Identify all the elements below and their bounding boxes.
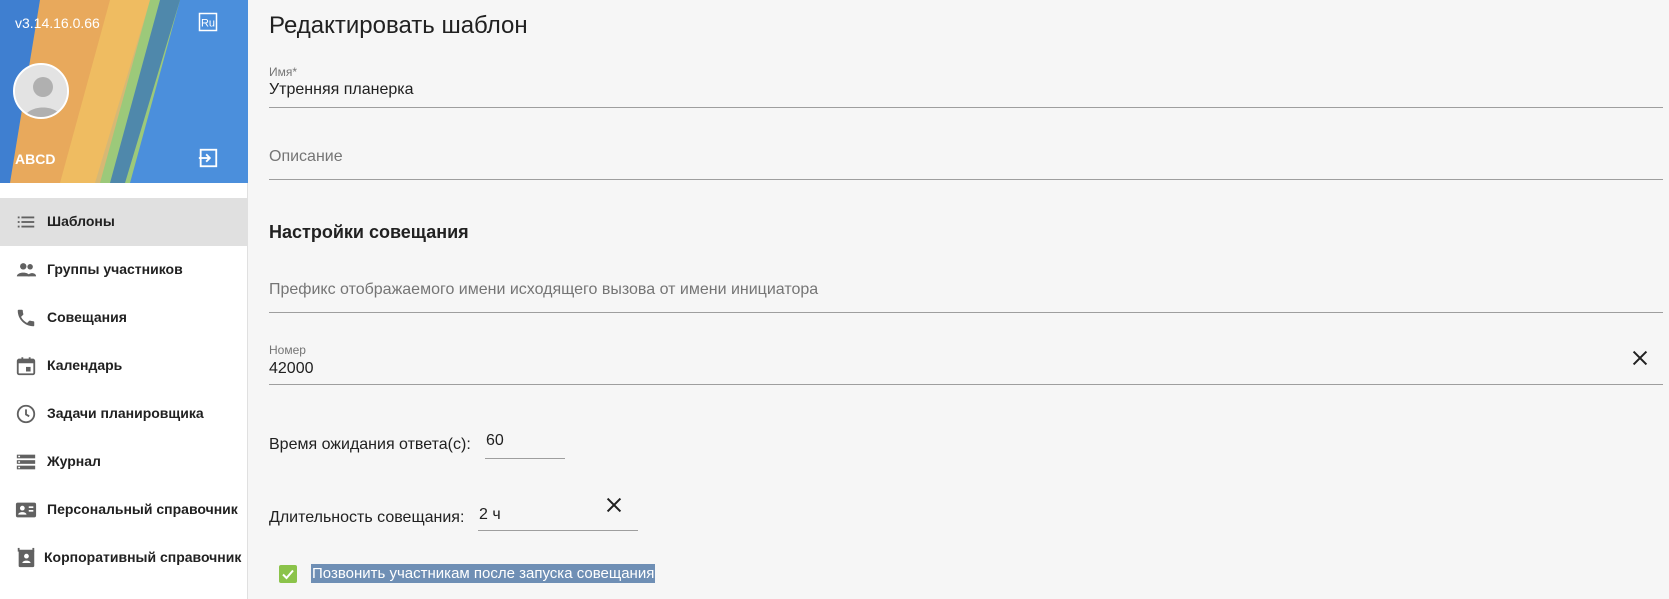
- duration-value: 2 ч: [479, 506, 501, 523]
- people-icon: [16, 263, 37, 277]
- sidebar-item-personal-directory[interactable]: Персональный справочник: [0, 486, 248, 534]
- username: ABCD: [15, 151, 56, 167]
- name-field-value: Утренняя планерка: [269, 81, 414, 98]
- prefix-field[interactable]: Префикс отображаемого имени исходящего в…: [269, 277, 1663, 313]
- avatar: [13, 63, 69, 119]
- storage-icon: [16, 454, 36, 470]
- page-title: Редактировать шаблон: [269, 12, 528, 39]
- sidebar-item-scheduler-tasks[interactable]: Задачи планировщика: [0, 390, 248, 438]
- sidebar-item-corporate-directory[interactable]: Корпоративный справочник: [0, 534, 248, 582]
- sidebar-item-label: Корпоративный справочник: [44, 549, 242, 565]
- sidebar-item-journal[interactable]: Журнал: [0, 438, 248, 486]
- wait-time-value: 60: [486, 432, 504, 449]
- number-field-value: 42000: [269, 360, 314, 377]
- section-title: Настройки совещания: [269, 222, 469, 242]
- clear-number-icon[interactable]: [1629, 347, 1651, 369]
- sidebar-item-label: Совещания: [47, 309, 127, 325]
- sidebar-item-label: Журнал: [47, 453, 101, 469]
- clock-icon: [16, 404, 36, 424]
- sidebar: v3.14.16.0.66 Ru ABCD Шаблоны Группы уча…: [0, 0, 248, 599]
- profile-header: v3.14.16.0.66 Ru ABCD: [0, 0, 248, 183]
- number-field[interactable]: Номер 42000: [269, 342, 1663, 385]
- logout-icon[interactable]: [197, 147, 219, 169]
- language-icon[interactable]: Ru: [198, 12, 218, 32]
- call-participants-label[interactable]: Позвонить участникам после запуска совещ…: [311, 564, 656, 583]
- description-field[interactable]: Описание: [269, 145, 1663, 180]
- sidebar-item-label: Группы участников: [47, 261, 183, 277]
- sidebar-item-meetings[interactable]: Совещания: [0, 294, 248, 342]
- app-version: v3.14.16.0.66: [15, 15, 100, 31]
- call-participants-checkbox[interactable]: [279, 565, 297, 583]
- wait-time-label: Время ожидания ответа(с):: [269, 436, 471, 453]
- sidebar-item-label: Задачи планировщика: [47, 405, 204, 421]
- sidebar-item-label: Календарь: [47, 357, 123, 373]
- description-placeholder: Описание: [269, 148, 343, 165]
- sidebar-item-templates[interactable]: Шаблоны: [0, 198, 248, 246]
- name-field-label: Имя*: [269, 65, 298, 79]
- phone-icon: [17, 309, 35, 327]
- app-window: v3.14.16.0.66 Ru ABCD Шаблоны Группы уча…: [0, 0, 1669, 599]
- sidebar-item-calendar[interactable]: Календарь: [0, 342, 248, 390]
- sidebar-nav: Шаблоны Группы участников Совещания Кале…: [0, 198, 248, 582]
- number-field-label: Номер: [269, 343, 306, 357]
- main-content: Редактировать шаблон Имя* Утренняя плане…: [249, 0, 1669, 599]
- prefix-placeholder: Префикс отображаемого имени исходящего в…: [269, 281, 819, 298]
- language-badge: Ru: [201, 18, 215, 30]
- duration-label: Длительность совещания:: [269, 509, 465, 526]
- calendar-icon: [16, 357, 36, 376]
- wait-time-input[interactable]: 60: [485, 428, 565, 459]
- contacts-book-icon: [17, 547, 35, 568]
- sidebar-item-label: Персональный справочник: [47, 501, 238, 517]
- checkmark-icon: [282, 569, 294, 580]
- name-field[interactable]: Имя* Утренняя планерка: [269, 62, 1663, 108]
- sidebar-item-participant-groups[interactable]: Группы участников: [0, 246, 248, 294]
- contact-card-icon: [15, 502, 37, 518]
- sidebar-item-label: Шаблоны: [47, 213, 115, 229]
- clear-duration-icon[interactable]: [603, 494, 625, 516]
- list-icon: [17, 216, 35, 228]
